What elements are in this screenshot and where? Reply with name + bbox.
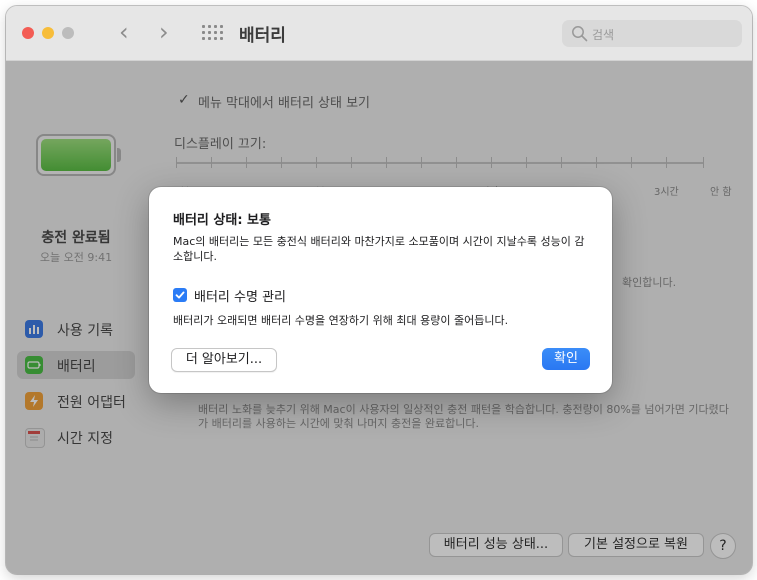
- show-all-grid-icon[interactable]: [202, 25, 224, 41]
- forward-button[interactable]: ›: [159, 18, 169, 46]
- search-placeholder: 검색: [592, 28, 615, 42]
- title-bar: ‹ › 배터리 검색: [6, 6, 752, 61]
- ok-button[interactable]: 확인: [542, 348, 590, 370]
- battery-health-management-checkbox[interactable]: [173, 288, 187, 302]
- minimize-window-button[interactable]: [42, 27, 54, 39]
- checkbox-label: 배터리 수명 관리: [194, 290, 286, 305]
- window-title: 배터리: [239, 26, 286, 46]
- dialog-body: Mac의 배터리는 모든 충전식 배터리와 마찬가지로 소모품이며 시간이 지날…: [173, 235, 585, 263]
- search-icon: [572, 26, 588, 42]
- checkbox-description: 배터리가 오래되면 배터리 수명을 연장하기 위해 최대 용량이 줄어듭니다.: [173, 314, 509, 327]
- learn-more-button[interactable]: 더 알아보기...: [171, 348, 277, 372]
- dialog-title: 배터리 상태: 보통: [173, 213, 271, 228]
- close-window-button[interactable]: [22, 27, 34, 39]
- battery-health-dialog: 배터리 상태: 보통 Mac의 배터리는 모든 충전식 배터리와 마찬가지로 소…: [149, 187, 612, 393]
- zoom-window-button[interactable]: [62, 27, 74, 39]
- search-field[interactable]: 검색: [562, 20, 742, 47]
- checkmark-icon: [175, 291, 185, 299]
- back-button[interactable]: ‹: [119, 18, 129, 46]
